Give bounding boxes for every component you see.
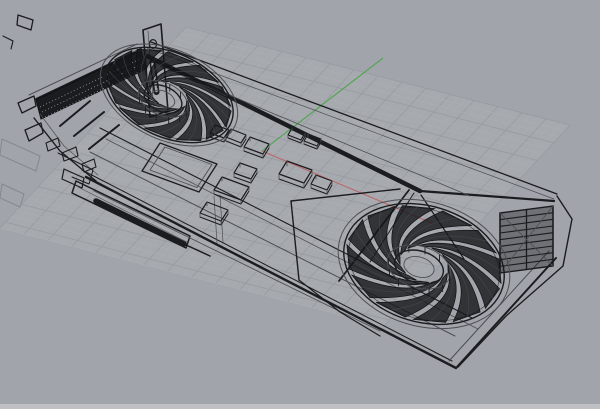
cad-viewport[interactable] bbox=[0, 0, 600, 409]
viewport-bottom-edge bbox=[0, 404, 600, 409]
viewport-canvas[interactable] bbox=[0, 0, 600, 409]
